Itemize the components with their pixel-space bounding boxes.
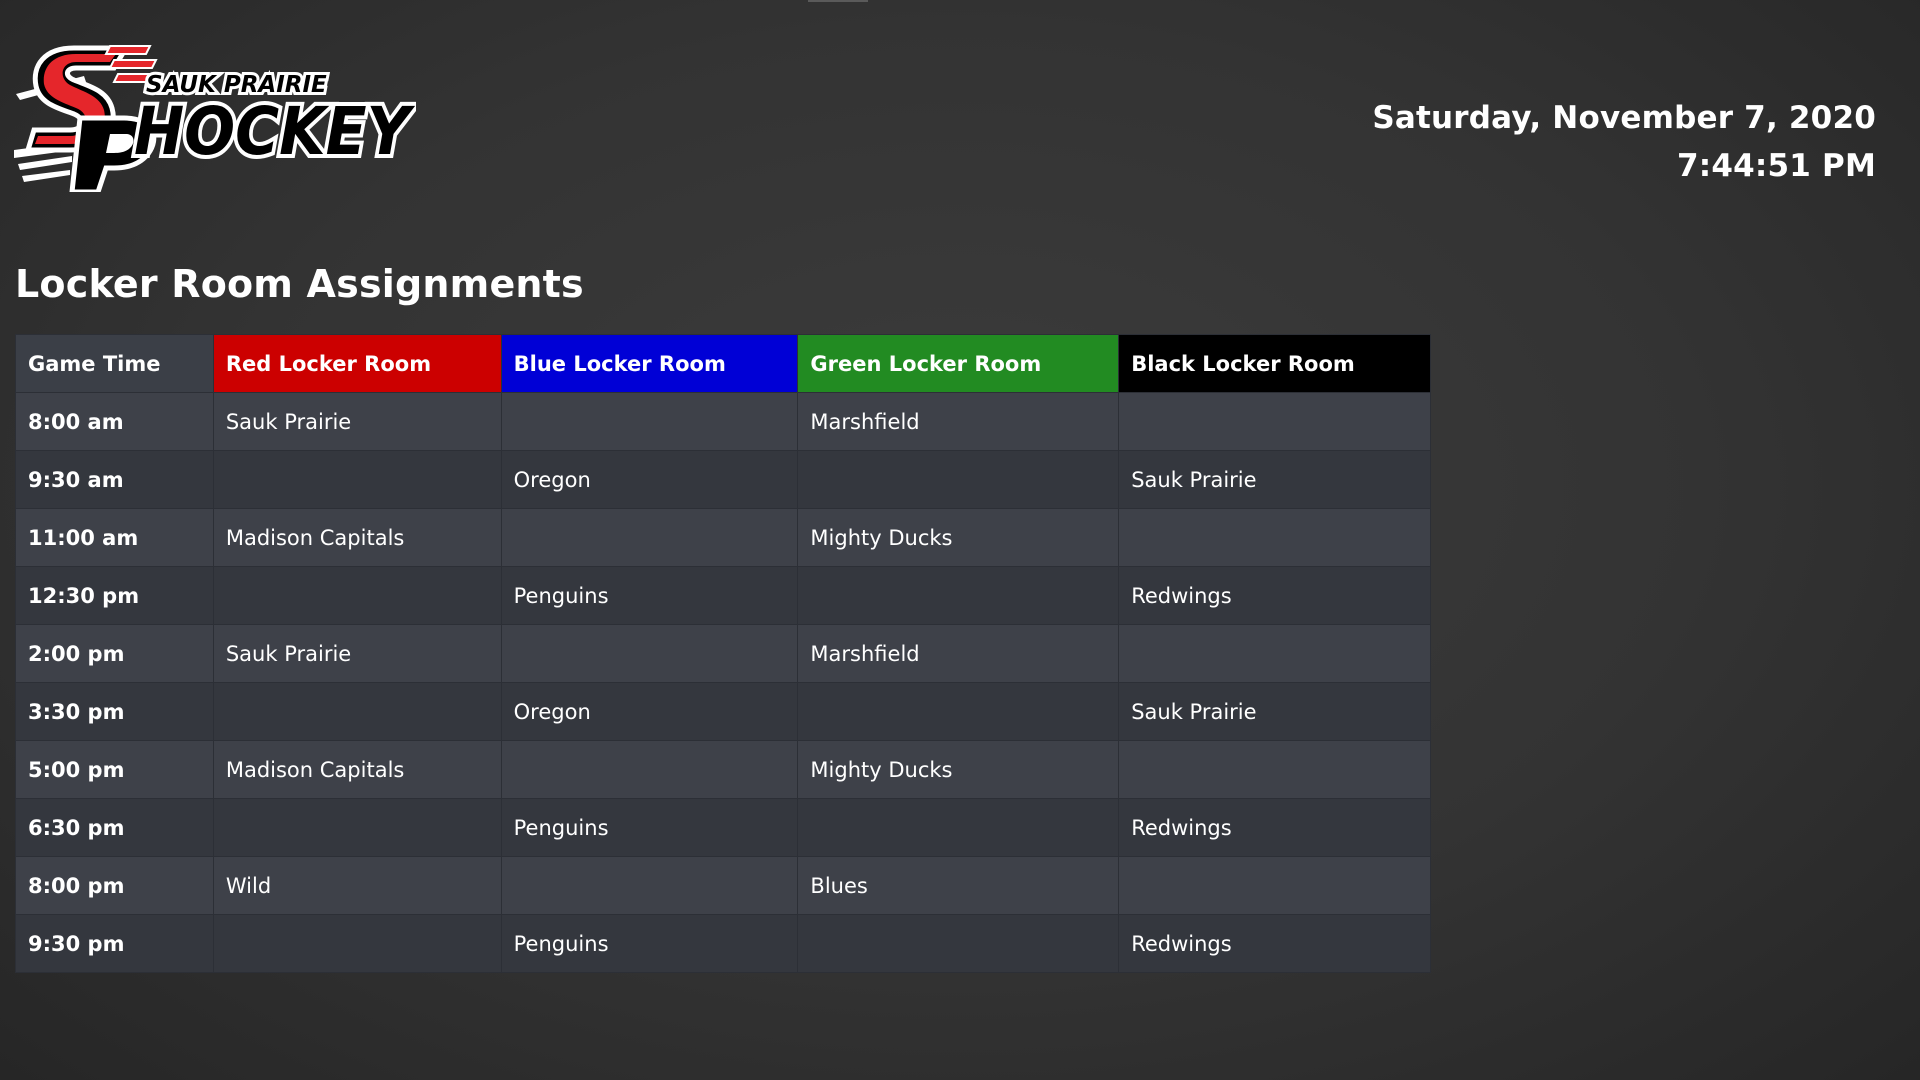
green-room-cell [797, 798, 1120, 857]
table-row: 8:00 pm Wild Blues [15, 856, 1431, 915]
red-room-cell: Madison Capitals [212, 508, 502, 567]
table-row: 5:00 pm Madison Capitals Mighty Ducks [15, 740, 1431, 799]
table-row: 11:00 am Madison Capitals Mighty Ducks [15, 508, 1431, 567]
black-room-cell [1118, 856, 1431, 915]
locker-room-table: Game Time Red Locker Room Blue Locker Ro… [15, 334, 1431, 973]
blue-room-cell [500, 508, 799, 567]
black-room-cell [1118, 392, 1431, 451]
red-room-cell [212, 914, 502, 973]
blue-room-cell: Penguins [500, 914, 799, 973]
red-room-cell [212, 450, 502, 509]
red-room-cell: Sauk Prairie [212, 624, 502, 683]
table-row: 12:30 pm Penguins Redwings [15, 566, 1431, 625]
column-header-blue-locker-room: Blue Locker Room [500, 334, 799, 393]
black-room-cell: Redwings [1118, 914, 1431, 973]
column-header-red-locker-room: Red Locker Room [212, 334, 502, 393]
table-row: 6:30 pm Penguins Redwings [15, 798, 1431, 857]
red-room-cell: Madison Capitals [212, 740, 502, 799]
green-room-cell: Marshfield [797, 624, 1120, 683]
black-room-cell [1118, 740, 1431, 799]
top-indicator-bar [808, 0, 868, 2]
game-time-cell: 9:30 pm [15, 914, 214, 973]
black-room-cell: Redwings [1118, 798, 1431, 857]
green-room-cell: Blues [797, 856, 1120, 915]
black-room-cell: Sauk Prairie [1118, 450, 1431, 509]
column-header-green-locker-room: Green Locker Room [797, 334, 1120, 393]
column-header-black-locker-room: Black Locker Room [1118, 334, 1431, 393]
blue-room-cell: Oregon [500, 682, 799, 741]
green-room-cell: Marshfield [797, 392, 1120, 451]
blue-room-cell: Penguins [500, 798, 799, 857]
game-time-cell: 2:00 pm [15, 624, 214, 683]
red-room-cell [212, 682, 502, 741]
table-row: 8:00 am Sauk Prairie Marshfield [15, 392, 1431, 451]
game-time-cell: 12:30 pm [15, 566, 214, 625]
blue-room-cell [500, 740, 799, 799]
game-time-cell: 9:30 am [15, 450, 214, 509]
blue-room-cell [500, 624, 799, 683]
red-room-cell: Sauk Prairie [212, 392, 502, 451]
logo-text-line2: HOCKEY [134, 93, 416, 170]
column-header-game-time: Game Time [15, 334, 214, 393]
green-room-cell [797, 914, 1120, 973]
game-time-cell: 11:00 am [15, 508, 214, 567]
black-room-cell [1118, 508, 1431, 567]
current-time: 7:44:51 PM [1676, 148, 1876, 184]
red-room-cell [212, 798, 502, 857]
black-room-cell: Sauk Prairie [1118, 682, 1431, 741]
red-room-cell: Wild [212, 856, 502, 915]
table-row: 3:30 pm Oregon Sauk Prairie [15, 682, 1431, 741]
sauk-prairie-hockey-logo: SAUK PRAIRIE HOCKEY [14, 42, 420, 195]
table-row: 2:00 pm Sauk Prairie Marshfield [15, 624, 1431, 683]
current-date: Saturday, November 7, 2020 [1372, 100, 1876, 136]
game-time-cell: 8:00 am [15, 392, 214, 451]
black-room-cell [1118, 624, 1431, 683]
green-room-cell [797, 566, 1120, 625]
game-time-cell: 5:00 pm [15, 740, 214, 799]
page-title: Locker Room Assignments [15, 262, 584, 306]
green-room-cell [797, 682, 1120, 741]
table-header-row: Game Time Red Locker Room Blue Locker Ro… [15, 334, 1431, 393]
blue-room-cell [500, 392, 799, 451]
table-row: 9:30 pm Penguins Redwings [15, 914, 1431, 973]
table-row: 9:30 am Oregon Sauk Prairie [15, 450, 1431, 509]
blue-room-cell [500, 856, 799, 915]
game-time-cell: 8:00 pm [15, 856, 214, 915]
datetime-display: Saturday, November 7, 2020 7:44:51 PM [1372, 94, 1876, 190]
blue-room-cell: Oregon [500, 450, 799, 509]
green-room-cell: Mighty Ducks [797, 740, 1120, 799]
red-room-cell [212, 566, 502, 625]
green-room-cell: Mighty Ducks [797, 508, 1120, 567]
blue-room-cell: Penguins [500, 566, 799, 625]
game-time-cell: 6:30 pm [15, 798, 214, 857]
game-time-cell: 3:30 pm [15, 682, 214, 741]
green-room-cell [797, 450, 1120, 509]
black-room-cell: Redwings [1118, 566, 1431, 625]
